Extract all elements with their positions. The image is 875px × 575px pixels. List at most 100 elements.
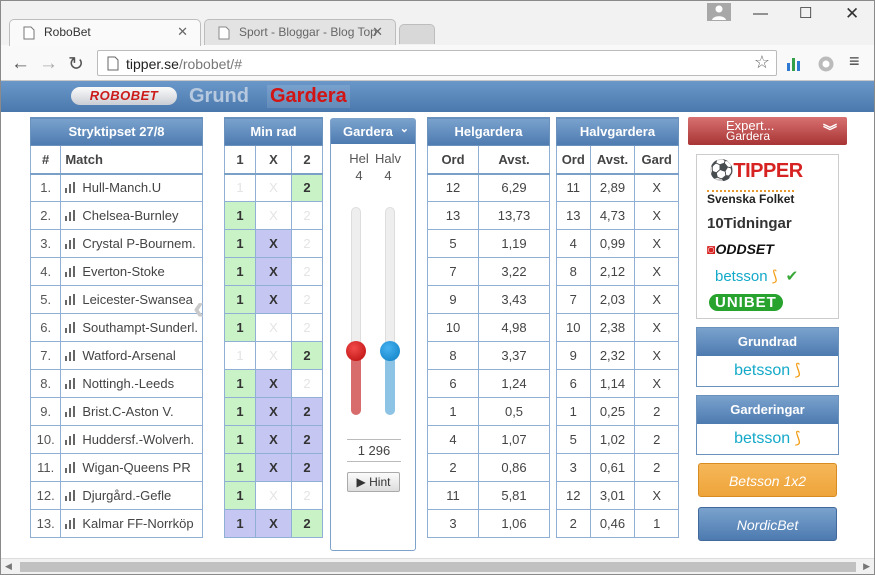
outcome-cell[interactable]: 1 [224,509,256,538]
forward-icon[interactable]: → [39,53,58,75]
outcome-cell[interactable]: X [254,397,293,426]
maximize-icon[interactable]: ☐ [799,4,812,22]
scroll-right-icon[interactable]: ▶ [863,561,870,572]
outcome-cell[interactable]: 2 [291,369,323,398]
halv-slider-knob[interactable] [380,341,400,361]
match-cell[interactable]: Djurgård.-Gefle [60,481,203,510]
hel-slider[interactable] [346,207,366,415]
brand-tipper[interactable]: ⚽TIPPER [709,158,803,183]
match-cell[interactable]: Hull-Manch.U [60,173,203,202]
outcome-cell[interactable]: 1 [224,369,256,398]
outcome-cell[interactable]: 1 [224,201,256,230]
outcome-cell[interactable]: 1 [224,173,256,202]
outcome-cell[interactable]: 2 [291,201,323,230]
brand-betsson[interactable]: betsson ⟆ ✔ [715,267,798,285]
stats-icon[interactable] [65,210,78,221]
tab-robobet[interactable]: RoboBet ✕ [9,19,201,46]
garderingar-betsson-link[interactable]: betsson ⟆ [697,424,838,454]
outcome-cell[interactable]: X [254,341,293,370]
stats-icon[interactable] [65,378,78,389]
outcome-cell[interactable]: 1 [224,481,256,510]
grundrad-betsson-link[interactable]: betsson ⟆ [697,356,838,386]
stats-icon[interactable] [65,294,78,305]
outcome-cell[interactable]: 2 [291,397,323,426]
outcome-cell[interactable]: X [254,257,293,286]
outcome-cell[interactable]: 2 [291,257,323,286]
close-icon[interactable]: ✕ [372,24,383,40]
outcome-cell[interactable]: 1 [224,229,256,258]
stats-icon[interactable] [65,406,78,417]
chart-extension-icon[interactable] [785,55,805,71]
outcome-cell[interactable]: 2 [291,285,323,314]
match-cell[interactable]: Nottingh.-Leeds [60,369,203,398]
hel-slider-knob[interactable] [346,341,366,361]
stats-icon[interactable] [65,434,78,445]
scrollbar-thumb[interactable] [20,562,856,572]
match-cell[interactable]: Everton-Stoke [60,257,203,286]
match-cell[interactable]: Watford-Arsenal [60,341,203,370]
stats-icon[interactable] [65,462,78,473]
robobet-logo[interactable]: ROBOBET [71,87,177,105]
scroll-left-icon[interactable]: ◀ [5,561,12,572]
page-info-icon[interactable] [107,56,119,71]
nav-grund[interactable]: Grund [189,85,249,108]
betsson-1x2-button[interactable]: Betsson 1x2 [698,463,837,497]
gardera-header[interactable]: Gardera ⌄ [331,119,415,144]
halv-slider[interactable] [380,207,400,415]
brand-unibet[interactable]: UNIBET [709,294,783,311]
minimize-icon[interactable]: — [753,5,768,22]
address-bar[interactable]: tipper.se/robobet/# ☆ [97,50,777,76]
outcome-cell[interactable]: 2 [291,425,323,454]
nordicbet-button[interactable]: NordicBet [698,507,837,541]
outcome-cell[interactable]: 2 [291,313,323,342]
brand-oddset[interactable]: ◙ODDSET [707,241,774,257]
extension-icon[interactable] [817,55,835,73]
bookmark-star-icon[interactable]: ☆ [754,52,770,73]
horizontal-scrollbar[interactable]: ◀ ▶ [1,558,874,574]
match-cell[interactable]: Wigan-Queens PR [60,453,203,482]
outcome-cell[interactable]: 1 [224,453,256,482]
stats-icon[interactable] [65,350,78,361]
stats-icon[interactable] [65,238,78,249]
match-cell[interactable]: Brist.C-Aston V. [60,397,203,426]
close-icon[interactable]: ✕ [177,24,188,40]
outcome-cell[interactable]: X [254,285,293,314]
menu-icon[interactable]: ≡ [849,51,860,72]
profile-icon[interactable] [707,3,731,21]
outcome-cell[interactable]: X [254,509,293,538]
match-cell[interactable]: Crystal P-Bournem. [60,229,203,258]
stats-icon[interactable] [65,266,78,277]
nav-gardera[interactable]: Gardera [267,85,350,108]
close-window-icon[interactable]: ✕ [845,4,859,24]
outcome-cell[interactable]: 2 [291,453,323,482]
match-cell[interactable]: Leicester-Swansea [60,285,203,314]
brand-svenska-folket[interactable]: Svenska Folket [707,190,795,206]
outcome-cell[interactable]: 2 [291,173,323,202]
outcome-cell[interactable]: 2 [291,481,323,510]
match-cell[interactable]: Huddersf.-Wolverh. [60,425,203,454]
outcome-cell[interactable]: 2 [291,341,323,370]
outcome-cell[interactable]: X [254,229,293,258]
expert-gardera-button[interactable]: Expert... Gardera ︾ [688,117,847,145]
outcome-cell[interactable]: 1 [224,285,256,314]
outcome-cell[interactable]: X [254,369,293,398]
match-cell[interactable]: Southampt-Sunderl. [60,313,203,342]
tab-sport-bloggar[interactable]: Sport - Bloggar - Blog Top ✕ [204,19,396,46]
outcome-cell[interactable]: X [254,481,293,510]
outcome-cell[interactable]: X [254,425,293,454]
prev-arrow-icon[interactable]: ‹ [193,289,204,328]
outcome-cell[interactable]: 1 [224,397,256,426]
outcome-cell[interactable]: 2 [291,229,323,258]
match-cell[interactable]: Chelsea-Burnley [60,201,203,230]
stats-icon[interactable] [65,490,78,501]
outcome-cell[interactable]: 1 [224,257,256,286]
stats-icon[interactable] [65,322,78,333]
reload-icon[interactable]: ↻ [68,53,84,76]
match-cell[interactable]: Kalmar FF-Norrköp [60,509,203,538]
outcome-cell[interactable]: 1 [224,341,256,370]
brand-10tidningar[interactable]: 10Tidningar [707,215,792,232]
outcome-cell[interactable]: X [254,173,293,202]
stats-icon[interactable] [65,182,78,194]
outcome-cell[interactable]: 1 [224,313,256,342]
outcome-cell[interactable]: X [254,201,293,230]
